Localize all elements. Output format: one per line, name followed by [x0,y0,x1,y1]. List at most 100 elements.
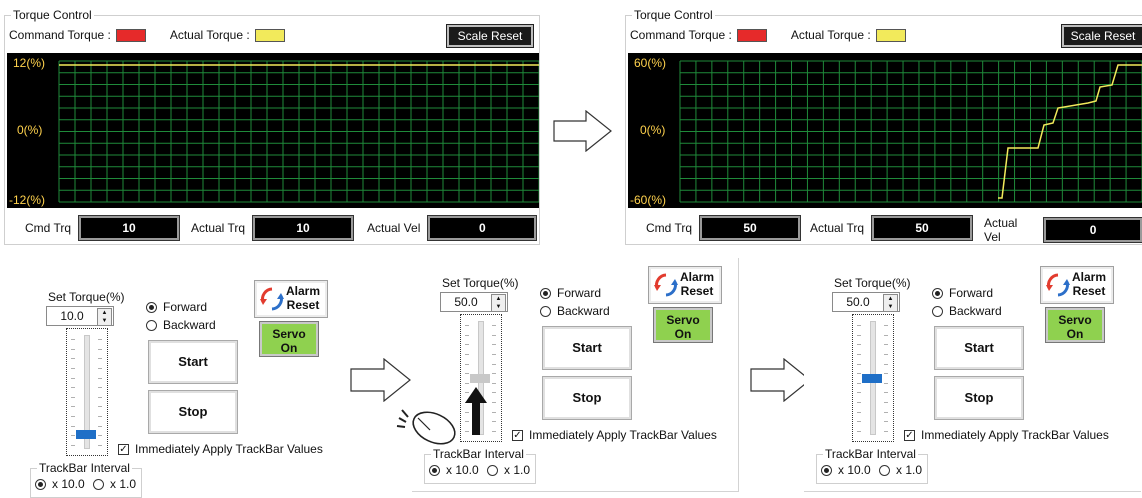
actual-vel-label: Actual Vel [984,216,1018,244]
radio-button[interactable] [932,287,943,299]
servo-on-button[interactable]: Servo On [1045,307,1105,343]
alarm-reset-button[interactable]: Alarm Reset [648,266,722,304]
interval-x10-radio[interactable]: x 10.0 [429,463,479,477]
scale-reset-button[interactable]: Scale Reset [1061,24,1142,48]
trackbar-tick [492,363,496,365]
actual-torque-label: Actual Torque : [169,28,250,42]
trackbar-tick [492,325,496,326]
alarm-reset-button[interactable]: Alarm Reset [1040,266,1114,304]
command-torque-label: Command Torque : [9,28,111,42]
interval-x10-radio[interactable]: x 10.0 [35,477,85,491]
interval-x10-label: x 10.0 [52,477,85,491]
trackbar-tick [98,348,102,350]
trackbar-tick [71,377,75,379]
servo-on-button[interactable]: Servo On [259,321,319,357]
radio-button[interactable] [487,464,498,476]
cmd-trq-label: Cmd Trq [646,221,693,235]
radio-button[interactable] [429,464,440,476]
interval-x10-radio[interactable]: x 10.0 [821,463,871,477]
checkbox[interactable]: ✓ [904,429,915,441]
forward-radio[interactable]: Forward [540,286,601,300]
actual-vel-value: 0 [427,215,538,241]
start-button[interactable]: Start [148,340,238,384]
checkbox[interactable]: ✓ [118,443,129,455]
stop-button[interactable]: Stop [934,376,1024,420]
set-torque-value[interactable]: 50.0 [441,293,491,311]
torque-trackbar[interactable] [852,314,894,442]
trackbar-tick [857,353,861,355]
stop-button[interactable]: Stop [148,390,238,434]
control-panel-2: Set Torque(%) 50.0 ▲ ▼ Forward Backward S… [412,258,739,492]
start-button[interactable]: Start [542,326,632,370]
radio-button[interactable] [540,305,551,317]
trackbar-thumb[interactable] [76,430,96,440]
checkbox[interactable]: ✓ [512,429,523,441]
trackbar-interval-title: TrackBar Interval [431,447,526,461]
trackbar-tick [857,363,861,365]
trackbar-thumb[interactable] [470,374,490,383]
spin-up-down-icon[interactable]: ▲ ▼ [883,294,898,312]
forward-radio[interactable]: Forward [146,300,207,314]
set-torque-value[interactable]: 50.0 [833,293,883,311]
radio-button[interactable] [932,305,943,317]
radio-button[interactable] [879,464,890,476]
forward-radio[interactable]: Forward [932,286,993,300]
cmd-trq-value: 10 [78,215,181,241]
servo-on-button[interactable]: Servo On [653,307,713,343]
trackbar-tick [884,334,888,336]
y-bottom-label: -12(%) [9,193,46,207]
trackbar-tick [884,382,888,384]
spin-up-down-icon[interactable]: ▲ ▼ [97,308,112,326]
set-torque-spinbox[interactable]: 10.0 ▲ ▼ [46,306,114,326]
scale-reset-button[interactable]: Scale Reset [446,24,534,48]
torque-plot: 60(%) 0(%) -60(%) [628,53,1142,208]
actual-vel-value: 0 [1043,217,1142,243]
forward-label: Forward [557,286,602,300]
radio-button[interactable] [146,319,157,331]
interval-x1-radio[interactable]: x 1.0 [93,477,136,491]
trackbar-tick [98,367,102,369]
command-torque-label: Command Torque : [630,28,732,42]
backward-radio[interactable]: Backward [540,304,610,318]
stop-button[interactable]: Stop [542,376,632,420]
right-arrow-icon [750,358,811,402]
trackbar-tick [857,344,861,346]
right-arrow-icon [350,358,411,402]
trackbar-tick [71,367,75,369]
apply-trackbar-checkbox[interactable]: ✓ Immediately Apply TrackBar Values [512,428,717,442]
torque-trackbar[interactable] [66,328,108,456]
radio-button[interactable] [35,478,46,490]
torque-plot: 12(%) 0(%) -12(%) [7,53,539,208]
trackbar-tick [857,421,861,423]
backward-radio[interactable]: Backward [932,304,1002,318]
trackbar-tick [492,392,496,394]
interval-x1-label: x 1.0 [504,463,531,477]
right-arrow-icon [553,110,612,152]
interval-x1-radio[interactable]: x 1.0 [487,463,530,477]
trackbar-thumb[interactable] [862,374,882,383]
trackbar-tick [71,358,75,360]
radio-button[interactable] [146,301,157,313]
backward-radio[interactable]: Backward [146,318,216,332]
set-torque-value[interactable]: 10.0 [47,307,97,325]
cmd-trq-readout: Cmd Trq 50 [646,215,802,241]
interval-x1-radio[interactable]: x 1.0 [879,463,922,477]
trackbar-tick [465,325,469,326]
trackbar-tick [884,353,888,355]
servo-line-1: Servo [272,327,306,341]
alarm-reset-button[interactable]: Alarm Reset [254,280,328,318]
apply-trackbar-checkbox[interactable]: ✓ Immediately Apply TrackBar Values [118,442,323,456]
alarm-line-1: Alarm [285,284,320,298]
radio-button[interactable] [93,478,104,490]
apply-trackbar-checkbox[interactable]: ✓ Immediately Apply TrackBar Values [904,428,1109,442]
actual-vel-readout: Actual Vel 0 [984,216,1142,244]
spin-up-down-icon[interactable]: ▲ ▼ [491,294,506,312]
control-panel-1: Set Torque(%) 10.0 ▲ ▼ Forward Backward S… [18,272,338,498]
set-torque-spinbox[interactable]: 50.0 ▲ ▼ [832,292,900,312]
radio-button[interactable] [540,287,551,299]
trackbar-tick [465,363,469,365]
start-button[interactable]: Start [934,326,1024,370]
set-torque-spinbox[interactable]: 50.0 ▲ ▼ [440,292,508,312]
radio-button[interactable] [821,464,832,476]
trackbar-tick [71,435,75,437]
